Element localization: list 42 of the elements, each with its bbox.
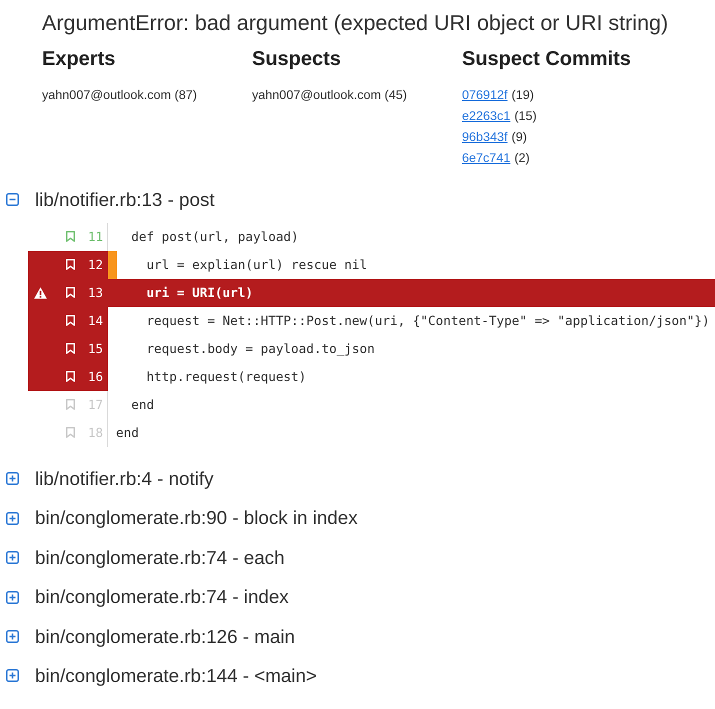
minus-square-icon[interactable]	[6, 193, 19, 206]
commit-count: (19)	[512, 87, 534, 104]
column-heading: Suspect Commits	[462, 47, 631, 71]
line-number: 12	[88, 256, 104, 274]
plus-square-icon[interactable]	[6, 551, 19, 564]
plus-square-icon[interactable]	[6, 630, 19, 644]
frame-title: bin/conglomerate.rb:74 - index	[35, 585, 289, 610]
expert-entry: yahn007@outlook.com (87)	[42, 87, 197, 104]
column-heading: Suspects	[252, 47, 341, 71]
commit-link[interactable]: e2263c1	[462, 106, 510, 127]
line-number: 16	[88, 368, 104, 386]
plus-square-icon[interactable]	[6, 472, 19, 486]
frame-title: bin/conglomerate.rb:90 - block in index	[35, 506, 358, 530]
line-number: 13	[88, 284, 104, 302]
code-line: uri = URI(url)	[145, 284, 253, 302]
frame-title: bin/conglomerate.rb:74 - each	[35, 546, 285, 570]
commit-link[interactable]: 96b343f	[462, 127, 508, 148]
frame-title: bin/conglomerate.rb:126 - main	[35, 624, 295, 649]
plus-square-icon[interactable]	[6, 669, 19, 682]
code-line: def post(url, payload)	[130, 228, 299, 246]
plus-square-icon[interactable]	[6, 590, 19, 604]
frame-title: lib/notifier.rb:4 - notify	[35, 466, 214, 491]
error-title: ArgumentError: bad argument (expected URI object or URI string)	[42, 10, 668, 36]
code-line: request = Net::HTTP::Post.new(uri, {"Content-Type" => "application/json"})	[145, 312, 710, 330]
line-number: 15	[88, 340, 104, 358]
commit-link[interactable]: 076912f	[462, 85, 508, 106]
commit-count: (15)	[514, 108, 537, 125]
column-heading: Experts	[42, 47, 116, 71]
commit-count: (9)	[512, 129, 527, 146]
line-number: 11	[88, 228, 104, 246]
code-line: request.body = payload.to_json	[145, 340, 375, 358]
code-line: url = explian(url) rescue nil	[145, 256, 368, 274]
frame-title: lib/notifier.rb:13 - post	[35, 188, 215, 212]
line-number: 14	[88, 312, 104, 330]
commit-count: (2)	[514, 150, 530, 167]
frame-title: bin/conglomerate.rb:144 - <main>	[35, 664, 317, 688]
plus-square-icon[interactable]	[6, 512, 19, 525]
code-line: http.request(request)	[145, 368, 306, 386]
commit-link[interactable]: 6e7c741	[462, 148, 510, 169]
code-line: end	[130, 396, 154, 414]
suspect-entry: yahn007@outlook.com (45)	[252, 87, 407, 104]
code-line: end	[116, 424, 139, 442]
